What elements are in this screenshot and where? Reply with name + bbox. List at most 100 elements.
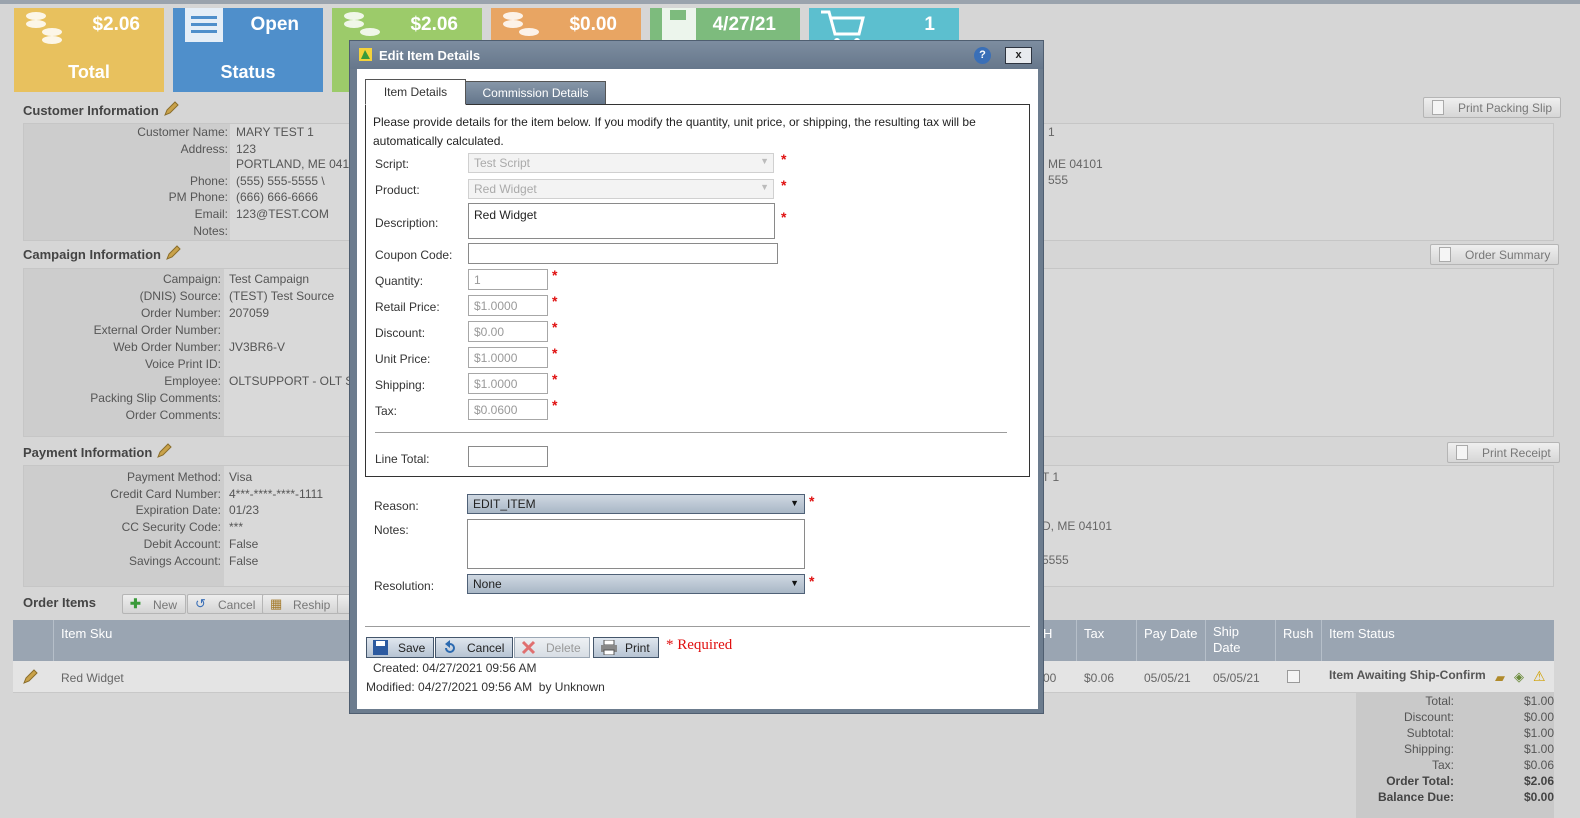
cancel-item-button[interactable]: ↺ Cancel: [187, 594, 265, 614]
rush-checkbox[interactable]: [1287, 670, 1300, 683]
item-details-panel: Please provide details for the item belo…: [365, 104, 1030, 477]
tax-label: Tax:: [375, 404, 398, 418]
total-tile[interactable]: $2.06 Total: [14, 8, 164, 92]
shipping-fragment: ME 04101: [1048, 157, 1103, 171]
customer-header: Customer Information: [23, 101, 179, 118]
created-timestamp: Created: 04/27/2021 09:56 AM: [373, 661, 537, 675]
line-total-input[interactable]: [468, 446, 548, 467]
campaign-header: Campaign Information: [23, 245, 181, 262]
print-packing-slip-button[interactable]: Print Packing Slip: [1423, 97, 1562, 118]
delete-button[interactable]: Delete: [514, 637, 590, 658]
script-select[interactable]: Test Script ▼: [468, 153, 774, 173]
reason-select[interactable]: EDIT_ITEM ▼: [467, 494, 805, 514]
shipping-fragment: 1: [1048, 125, 1055, 139]
resolution-select[interactable]: None ▼: [467, 574, 805, 594]
tax-input[interactable]: $0.0600: [468, 399, 548, 420]
new-item-button[interactable]: ✚ New: [122, 594, 187, 614]
page-icon: [1432, 100, 1444, 115]
coins-icon: [503, 12, 539, 36]
line-total-label: Line Total:: [375, 452, 430, 466]
edit-pencil-icon[interactable]: [22, 669, 40, 685]
description-label: Description:: [375, 216, 439, 230]
reason-label: Reason:: [374, 499, 419, 513]
undo-icon: ↺: [195, 596, 206, 611]
chevron-down-icon: ▼: [790, 578, 799, 588]
tab-commission-details[interactable]: Commission Details: [465, 81, 606, 105]
description-field[interactable]: Red Widget: [468, 203, 775, 239]
totals-label: Total:: [1425, 694, 1454, 708]
billing-fragment: T 1: [1042, 470, 1060, 484]
discount-input[interactable]: $0.00: [468, 321, 548, 342]
unit-price-input[interactable]: $1.0000: [468, 347, 548, 368]
totals-label: Order Total:: [1386, 774, 1454, 788]
save-icon: [373, 640, 388, 655]
cancel-button[interactable]: Cancel: [435, 637, 514, 658]
coupon-code-input[interactable]: [468, 243, 778, 264]
tab-item-details[interactable]: Item Details: [365, 79, 466, 105]
tile-value: Open: [250, 14, 299, 35]
page-icon: [1439, 247, 1451, 262]
folder-icon[interactable]: ▰: [1495, 670, 1505, 686]
col-pay-date[interactable]: Pay Date: [1144, 626, 1197, 641]
coins-icon: [344, 12, 380, 36]
tile-label: Total: [68, 62, 110, 82]
required-marker: *: [781, 151, 787, 167]
plus-icon: ✚: [130, 596, 141, 611]
document-icon: [185, 8, 223, 42]
help-icon[interactable]: ?: [974, 47, 991, 64]
col-item-status[interactable]: Item Status: [1329, 626, 1395, 641]
edit-pencil-icon[interactable]: [165, 245, 181, 261]
retail-price-label: Retail Price:: [375, 300, 440, 314]
coins-icon: [26, 12, 62, 44]
order-totals: Total: $1.00 Discount: $0.00 Subtotal: $1.0…: [1356, 693, 1554, 818]
totals-value: $2.06: [1523, 774, 1554, 788]
divider: [375, 432, 1007, 433]
dialog-title: Edit Item Details: [379, 48, 481, 63]
totals-label: Shipping:: [1403, 742, 1454, 756]
top-border: [0, 0, 1580, 4]
shipping-input[interactable]: $1.0000: [468, 373, 548, 394]
retail-price-input[interactable]: $1.0000: [468, 295, 548, 316]
order-items-header: Order Items: [23, 595, 96, 610]
col-ship-date[interactable]: Ship Date: [1213, 624, 1253, 656]
order-summary-button[interactable]: Order Summary: [1430, 244, 1560, 265]
warning-icon[interactable]: ⚠: [1533, 668, 1546, 685]
col-h[interactable]: H: [1043, 626, 1052, 641]
edit-pencil-icon[interactable]: [156, 443, 173, 459]
dialog-titlebar[interactable]: Edit Item Details ? x: [350, 41, 1043, 69]
page-icon: [1456, 445, 1468, 460]
product-select[interactable]: Red Widget ▼: [468, 179, 774, 199]
notes-field[interactable]: [467, 519, 805, 569]
intro-text: Please provide details for the item belo…: [373, 115, 976, 148]
edit-pencil-icon[interactable]: [163, 101, 179, 117]
print-button[interactable]: Print: [593, 637, 659, 658]
payment-header: Payment Information: [23, 443, 173, 460]
edit-item-dialog: Edit Item Details ? x Item Details Commi…: [349, 40, 1044, 714]
col-tax[interactable]: Tax: [1084, 626, 1104, 641]
box-icon: ▦: [270, 596, 283, 611]
chevron-down-icon: ▼: [760, 182, 769, 192]
quantity-label: Quantity:: [375, 274, 424, 288]
reship-item-button[interactable]: ▦ Reship: [262, 594, 340, 614]
floppy-icon: [662, 8, 696, 40]
tile-value: $2.06: [410, 14, 458, 35]
required-marker: *: [809, 573, 815, 589]
shipping-fragment: 555: [1048, 173, 1069, 187]
undo-icon: [445, 640, 455, 653]
totals-value: $1.00: [1523, 742, 1554, 756]
dialog-body: Item Details Commission Details Please p…: [357, 69, 1038, 709]
col-item-sku[interactable]: Item Sku: [61, 626, 112, 641]
required-marker: *: [809, 493, 815, 509]
required-marker: *: [781, 209, 787, 225]
status-tile[interactable]: Open Status: [173, 8, 323, 92]
print-receipt-button[interactable]: Print Receipt: [1447, 442, 1560, 463]
close-button[interactable]: x: [1005, 47, 1032, 64]
money-icon[interactable]: ◈: [1514, 669, 1524, 685]
totals-value: $0.00: [1523, 790, 1554, 804]
col-rush[interactable]: Rush: [1283, 626, 1313, 641]
row-item-status: Item Awaiting Ship-Confirm: [1329, 668, 1486, 682]
save-button[interactable]: Save: [366, 637, 435, 658]
script-label: Script:: [375, 157, 410, 171]
required-marker: *: [552, 267, 558, 283]
quantity-input[interactable]: 1: [468, 269, 548, 290]
